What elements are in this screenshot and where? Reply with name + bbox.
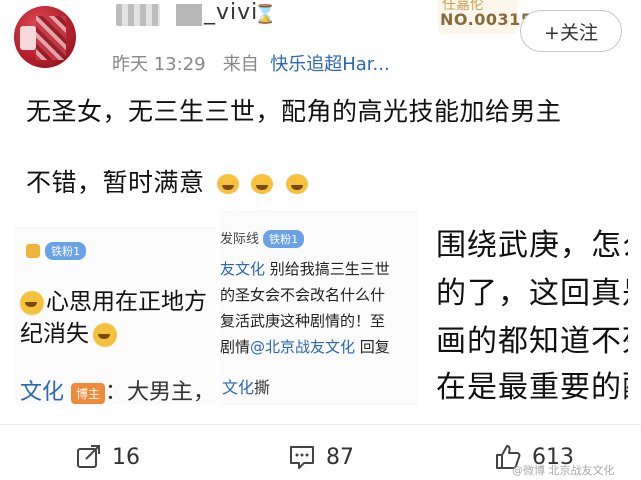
image2-line1-text: 别给我搞三生三世	[265, 260, 390, 278]
image2-line4-text: 剧情	[220, 338, 251, 356]
post-image-1[interactable]: 铁粉1 心思用在正地方 纪消失 文化 博主 ：大男主，	[14, 226, 216, 404]
follow-button[interactable]: +关注	[520, 10, 622, 52]
username-blurred-block	[176, 4, 202, 26]
image2-line1: 友文化 别给我搞三生三世	[220, 258, 390, 279]
avatar-mark	[20, 26, 36, 50]
image2-mention-2: @北京战友文化	[250, 338, 356, 356]
from-label: 来自	[222, 54, 259, 75]
smile-emoji-icon	[93, 322, 117, 347]
post-time: 昨天 13:29	[112, 54, 206, 75]
image3-line4: 在是最重要的配	[436, 370, 628, 405]
laugh-emoji-icon	[285, 174, 308, 194]
image2-line3: 复活武庚这种剧情的！至	[220, 312, 386, 330]
image2-mention: 友文化	[220, 260, 266, 278]
fan-level-icon	[26, 243, 40, 258]
fan-tag: 铁粉1	[26, 240, 87, 260]
image1-line2-text: 纪消失	[20, 321, 89, 347]
post-image-2[interactable]: 发际线 铁粉1 友文化 别给我搞三生三世 的圣女会不会改名什么什 复活武庚这种剧…	[220, 210, 418, 406]
image2-reply-line: 文化撕	[222, 374, 270, 398]
fan-tag-label: 铁粉1	[263, 230, 305, 248]
fan-tag-label: 铁粉1	[45, 242, 87, 260]
image2-line2: 的圣女会不会改名什么什	[220, 286, 386, 304]
laugh-emoji-icon	[251, 174, 274, 194]
comment-button[interactable]: 87	[288, 444, 354, 470]
comment-icon	[290, 446, 314, 469]
username[interactable]: _vivi	[204, 0, 258, 25]
image1-text-line2: 纪消失	[20, 314, 117, 348]
post-source-link[interactable]: 快乐追超Har...	[270, 54, 389, 75]
image3-line2: 的了，这回真是	[436, 276, 628, 311]
image1-line1-text: 心思用在正地方	[46, 289, 207, 315]
post-image-3[interactable]: 围绕武庚，怎么 的了，这回真是 画的都知道不死 在是最重要的配	[422, 210, 628, 406]
author-badge: 博主	[71, 382, 106, 404]
username-blurred	[116, 4, 160, 26]
image2-line4-tail: 回复	[355, 338, 390, 356]
share-icon	[77, 445, 100, 468]
image3-line3: 画的都知道不死	[436, 324, 628, 359]
divider	[0, 424, 641, 425]
share-count: 16	[112, 444, 140, 470]
post-text-line2-content: 不错，暂时满意	[26, 168, 205, 197]
image1-reply-text: ：大男主，	[105, 380, 216, 404]
post-text-line2: 不错，暂时满意	[26, 163, 308, 199]
image1-reply-user: 文化	[20, 380, 65, 404]
post-text-line1: 无圣女，无三生三世，配角的高光技能加给男主	[26, 97, 562, 126]
image2-reply-tail: 撕	[254, 378, 271, 397]
image2-line4: 剧情@北京战友文化 回复	[220, 336, 390, 357]
avatar-blur	[36, 16, 66, 60]
comment-count: 87	[326, 444, 354, 470]
image1-reply-line: 文化 博主 ：大男主，	[20, 374, 215, 404]
hourglass-icon: ⌛	[254, 4, 277, 25]
smile-emoji-icon	[20, 290, 44, 315]
image1-text-line1: 心思用在正地方	[20, 282, 207, 316]
avatar[interactable]	[14, 6, 76, 68]
image2-reply-user: 文化	[222, 378, 255, 397]
post-meta: 昨天 13:29 来自 快乐追超Har...	[112, 50, 390, 76]
image2-header: 发际线 铁粉1	[220, 228, 305, 248]
image3-line1: 围绕武庚，怎么	[436, 228, 628, 263]
watermark: @微博 北京战友文化	[512, 464, 615, 477]
laugh-emoji-icon	[216, 174, 239, 194]
image2-user: 发际线	[220, 232, 260, 247]
share-button[interactable]: 16	[76, 444, 140, 470]
